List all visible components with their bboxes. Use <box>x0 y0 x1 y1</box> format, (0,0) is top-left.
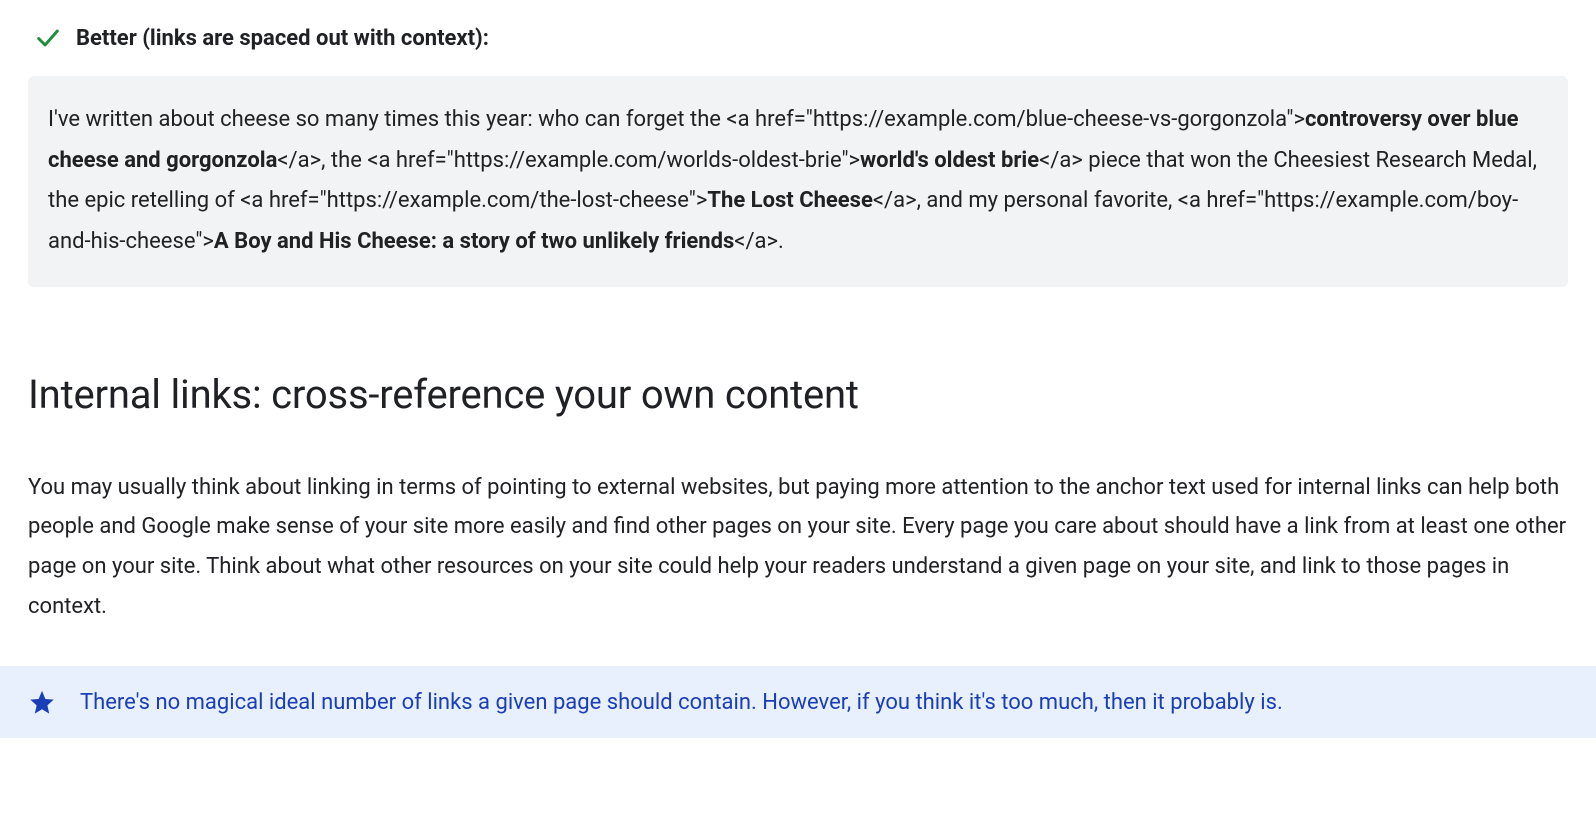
code-link-text: The Lost Cheese <box>707 188 873 213</box>
section-heading: Internal links: cross-reference your own… <box>28 371 1568 418</box>
code-text: </a>. <box>734 229 784 254</box>
better-example-header: Better (links are spaced out with contex… <box>34 24 1568 52</box>
check-icon <box>34 24 62 52</box>
code-text: </a>, the <a href="https://example.com/w… <box>277 148 860 173</box>
section-body: You may usually think about linking in t… <box>28 468 1568 626</box>
better-example-label: Better (links are spaced out with contex… <box>76 26 489 51</box>
code-link-text: world's oldest brie <box>860 148 1039 173</box>
star-icon <box>28 688 56 716</box>
code-example-block: I've written about cheese so many times … <box>28 76 1568 287</box>
code-link-text: A Boy and His Cheese: a story of two unl… <box>214 229 734 254</box>
code-text: I've written about cheese so many times … <box>48 107 1305 132</box>
note-callout: There's no magical ideal number of links… <box>0 666 1596 738</box>
note-text: There's no magical ideal number of links… <box>80 690 1283 715</box>
